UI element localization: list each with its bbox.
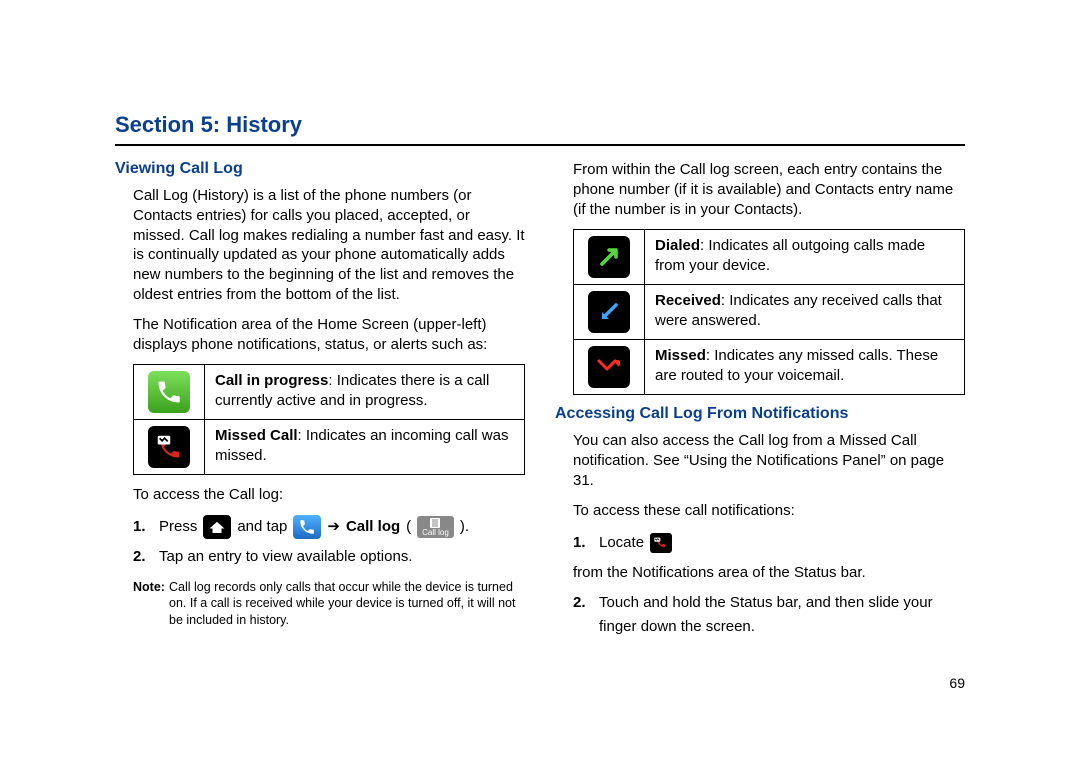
body-text: The Notification area of the Home Screen… — [133, 315, 525, 355]
table-row: Dialed: Indicates all outgoing calls mad… — [574, 230, 965, 285]
table-cell: Call in progress: Indicates there is a c… — [205, 365, 525, 420]
text: ). — [460, 515, 469, 539]
label: Dialed — [655, 237, 700, 254]
list-item: 1. Press and tap ➔ Call log ( Call log — [133, 515, 525, 539]
text: from the Notifications area of the Statu… — [573, 561, 866, 585]
label: Missed — [655, 347, 706, 364]
note-text: Call log records only calls that occur w… — [169, 579, 525, 628]
table-cell: Missed Call: Indicates an incoming call … — [205, 420, 525, 475]
call-in-progress-icon — [148, 371, 190, 413]
table-row: Received: Indicates any received calls t… — [574, 285, 965, 340]
step-number: 1. — [573, 531, 593, 555]
phone-icon — [293, 515, 321, 539]
note-block: Note: Call log records only calls that o… — [133, 579, 525, 628]
table-row: Call in progress: Indicates there is a c… — [134, 365, 525, 420]
received-arrow-icon — [588, 291, 630, 333]
text: Tap an entry to view available options. — [159, 545, 412, 569]
text: and tap — [237, 515, 287, 539]
body-text: Call Log (History) is a list of the phon… — [133, 186, 525, 305]
home-icon — [203, 515, 231, 539]
heading-viewing-call-log: Viewing Call Log — [115, 160, 525, 178]
text: Call log — [346, 515, 400, 539]
calllog-badge-icon: Call log — [417, 516, 454, 538]
step-number: 2. — [573, 591, 593, 615]
body-text: To access the Call log: — [133, 485, 525, 505]
missed-call-icon — [148, 426, 190, 468]
missed-arrow-icon — [588, 346, 630, 388]
label: Missed Call — [215, 427, 298, 444]
heading-accessing-call-log: Accessing Call Log From Notifications — [555, 405, 965, 423]
list-item: 2. Touch and hold the Status bar, and th… — [573, 591, 965, 639]
table-row: Missed: Indicates any missed calls. Thes… — [574, 340, 965, 395]
calllog-badge-label: Call log — [422, 529, 449, 537]
icon-table-right: Dialed: Indicates all outgoing calls mad… — [573, 229, 965, 395]
column-right: From within the Call log screen, each en… — [555, 160, 965, 649]
missed-call-small-icon — [650, 533, 672, 553]
text: Locate — [599, 531, 644, 555]
text: Touch and hold the Status bar, and then … — [599, 591, 965, 639]
step-number: 2. — [133, 545, 153, 569]
section-rule — [115, 144, 965, 146]
step-number: 1. — [133, 515, 153, 539]
body-text: From within the Call log screen, each en… — [573, 160, 965, 219]
table-cell: Dialed: Indicates all outgoing calls mad… — [645, 230, 965, 285]
body-text: You can also access the Call log from a … — [573, 431, 965, 490]
section-title: Section 5: History — [115, 112, 965, 138]
label: Call in progress — [215, 372, 328, 389]
text: Press — [159, 515, 197, 539]
label: Received — [655, 292, 721, 309]
column-left: Viewing Call Log Call Log (History) is a… — [115, 160, 525, 649]
list-item: 2. Tap an entry to view available option… — [133, 545, 525, 569]
note-label: Note: — [133, 579, 169, 628]
dialed-arrow-icon — [588, 236, 630, 278]
icon-table-left: Call in progress: Indicates there is a c… — [133, 364, 525, 475]
body-text: To access these call notifications: — [573, 501, 965, 521]
page-number: 69 — [115, 675, 965, 691]
table-row: Missed Call: Indicates an incoming call … — [134, 420, 525, 475]
text: ( — [406, 515, 411, 539]
table-cell: Received: Indicates any received calls t… — [645, 285, 965, 340]
list-item: 1. Locate from the Notifications area of… — [573, 531, 965, 585]
arrow-icon: ➔ — [327, 515, 340, 539]
table-cell: Missed: Indicates any missed calls. Thes… — [645, 340, 965, 395]
